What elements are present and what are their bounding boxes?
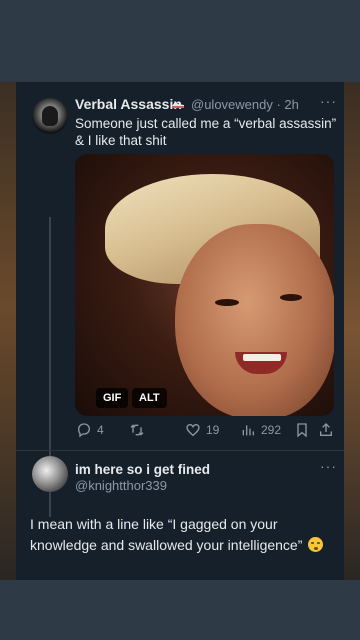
bookmark-icon	[297, 423, 307, 438]
face-emoji-icon	[308, 537, 324, 552]
share-icon	[320, 423, 332, 436]
eye-shape	[280, 294, 302, 301]
tweet-card: Verbal Assassin @ulovewendy · 2h ··· Som…	[16, 82, 344, 580]
blurred-background-right	[344, 82, 360, 580]
avatar[interactable]	[32, 456, 68, 492]
like-button[interactable]: 19	[185, 419, 219, 441]
divider	[16, 450, 344, 451]
sneaker-emoji-icon	[172, 102, 184, 108]
tweet-text-content: I mean with a line like “I gagged on you…	[30, 516, 303, 553]
bottom-bar	[0, 580, 360, 640]
teeth-shape	[243, 354, 281, 361]
gif-badge[interactable]: GIF	[96, 388, 129, 408]
like-count: 19	[206, 423, 220, 437]
avatar[interactable]	[32, 98, 68, 134]
alt-badge[interactable]: ALT	[132, 388, 167, 408]
handle[interactable]: @knightthor339	[75, 478, 167, 493]
face-shape	[175, 224, 334, 416]
more-options-icon[interactable]: ···	[320, 93, 337, 109]
views-button[interactable]: 292	[240, 419, 281, 441]
reply-icon	[77, 423, 91, 438]
tweet-text: I mean with a line like “I gagged on you…	[30, 514, 335, 556]
handle-time[interactable]: @ulovewendy · 2h	[191, 97, 299, 112]
reply-count: 4	[97, 423, 104, 437]
eye-shape	[215, 299, 239, 306]
retweet-button[interactable]	[129, 419, 150, 441]
retweet-icon	[130, 424, 144, 436]
blurred-background-left	[0, 82, 16, 580]
tweet-text: Someone just called me a “verbal assassi…	[75, 116, 337, 148]
top-bar	[0, 0, 360, 82]
share-button[interactable]	[318, 419, 334, 441]
display-name[interactable]: im here so i get fined	[75, 462, 210, 477]
gif-media[interactable]	[75, 154, 334, 416]
display-name[interactable]: Verbal Assassin	[75, 96, 182, 112]
emoji-mouth	[314, 547, 319, 550]
heart-icon	[186, 423, 200, 437]
views-icon	[242, 425, 254, 436]
reply-button[interactable]: 4	[76, 419, 104, 441]
bookmark-button[interactable]	[294, 419, 310, 441]
avatar-silhouette	[42, 106, 58, 126]
more-options-icon[interactable]: ···	[320, 458, 337, 474]
views-count: 292	[261, 423, 282, 437]
